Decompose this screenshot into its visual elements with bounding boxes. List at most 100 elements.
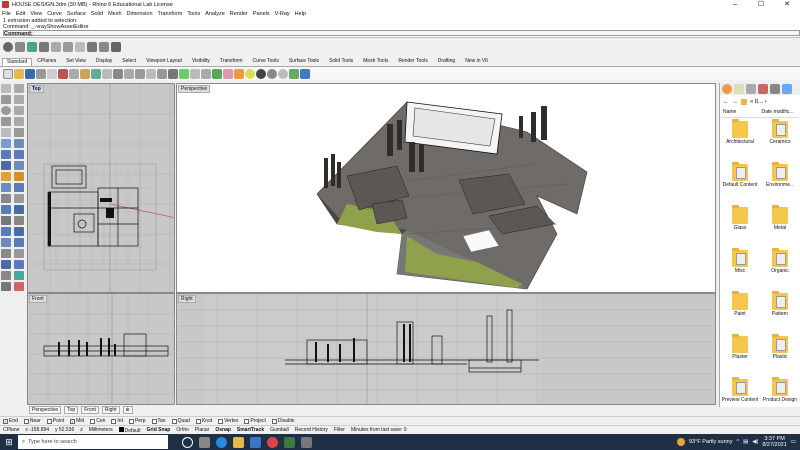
checkbox[interactable] xyxy=(195,418,201,424)
tab-transform[interactable]: Transform xyxy=(215,57,248,66)
surface-icon[interactable] xyxy=(1,139,11,148)
color-wheel-icon[interactable] xyxy=(245,68,255,79)
undo-icon[interactable] xyxy=(91,68,101,79)
column-date-modified[interactable]: Date modific... xyxy=(762,109,800,117)
weather-text[interactable]: 93°F Partly sunny xyxy=(689,439,732,445)
mirror-icon[interactable] xyxy=(1,249,11,258)
osnap-project[interactable]: Project xyxy=(244,418,266,424)
scale-icon[interactable] xyxy=(14,238,24,247)
menu-vray[interactable]: V-Ray xyxy=(275,11,290,17)
layer-icon[interactable] xyxy=(223,68,233,79)
layout-icon[interactable] xyxy=(14,271,24,280)
cortana-icon[interactable] xyxy=(182,436,193,448)
print-icon[interactable] xyxy=(36,68,46,79)
material-icon[interactable] xyxy=(289,68,299,79)
polyline-icon[interactable] xyxy=(1,95,11,104)
lights-icon[interactable] xyxy=(734,84,744,94)
tab-mesh-tools[interactable]: Mesh Tools xyxy=(358,57,393,66)
tab-surface-tools[interactable]: Surface Tools xyxy=(284,57,324,66)
osnap-int[interactable]: Int xyxy=(111,418,123,424)
paste-icon[interactable] xyxy=(80,68,90,79)
chamfer-icon[interactable] xyxy=(14,194,24,203)
folder-item[interactable]: Paint xyxy=(720,291,760,336)
menu-analyze[interactable]: Analyze xyxy=(205,11,225,17)
folder-item[interactable]: Plaster xyxy=(720,334,760,379)
checkbox[interactable] xyxy=(90,418,96,424)
file-explorer-icon[interactable] xyxy=(233,436,244,448)
chrome-icon[interactable] xyxy=(267,436,278,448)
maximize-button[interactable]: ☐ xyxy=(748,0,774,9)
folder-item[interactable]: Glass xyxy=(720,205,760,250)
menu-mesh[interactable]: Mesh xyxy=(108,11,121,17)
mesh-box-icon[interactable] xyxy=(14,172,24,181)
toggle-ortho[interactable]: Ortho xyxy=(176,427,189,433)
toggle-record-history[interactable]: Record History xyxy=(295,427,328,433)
menu-dimension[interactable]: Dimension xyxy=(127,11,153,17)
checkbox[interactable] xyxy=(171,418,177,424)
vray-ipr-icon[interactable] xyxy=(27,41,37,52)
geometry-icon[interactable] xyxy=(746,84,756,94)
point-icon[interactable] xyxy=(14,84,24,93)
folder-item[interactable]: Pattern xyxy=(760,291,800,336)
osnap-disable[interactable]: Disable xyxy=(271,418,295,424)
forward-arrow-icon[interactable]: → xyxy=(732,99,738,105)
front-viewport[interactable]: Front xyxy=(27,293,175,405)
vray-dome-icon[interactable] xyxy=(63,41,73,52)
tab-select[interactable]: Select xyxy=(117,57,141,66)
edge-icon[interactable] xyxy=(216,436,227,448)
clock[interactable]: 3:37 PM 8/27/2021 xyxy=(762,436,786,448)
menu-tools[interactable]: Tools xyxy=(187,11,200,17)
checkbox[interactable] xyxy=(111,418,117,424)
top-viewport[interactable]: Top xyxy=(27,83,175,293)
viewport-label-top[interactable]: Top xyxy=(29,85,44,93)
menu-curve[interactable]: Curve xyxy=(47,11,62,17)
four-views-icon[interactable] xyxy=(179,68,189,79)
column-name[interactable]: Name xyxy=(723,109,762,117)
mesh-icon[interactable] xyxy=(1,172,11,181)
folder-item[interactable]: Metal xyxy=(760,205,800,250)
checkbox[interactable] xyxy=(218,418,224,424)
taskbar-search-box[interactable]: ⌕ Type here to search xyxy=(18,435,168,449)
checkbox[interactable]: ✓ xyxy=(70,418,76,424)
render-icon[interactable] xyxy=(278,68,288,79)
osnap-perp[interactable]: Perp xyxy=(128,418,146,424)
folder-item[interactable]: Misc xyxy=(720,248,760,293)
save-icon[interactable] xyxy=(25,68,35,79)
settings-icon[interactable] xyxy=(770,84,780,94)
weather-icon[interactable] xyxy=(677,438,685,446)
zoom-selected-icon[interactable] xyxy=(157,68,167,79)
status-layer[interactable]: Default xyxy=(118,426,140,434)
curve-icon[interactable] xyxy=(14,95,24,104)
viewport-label-right[interactable]: Right xyxy=(178,295,196,303)
materials-icon[interactable] xyxy=(722,84,732,94)
explode-icon[interactable] xyxy=(14,216,24,225)
network-icon[interactable]: ▤ xyxy=(743,439,748,445)
freeform-icon[interactable] xyxy=(14,128,24,137)
light-icon[interactable] xyxy=(234,68,244,79)
osnap-near[interactable]: Near xyxy=(23,418,41,424)
cut-icon[interactable] xyxy=(58,68,68,79)
tab-set-view[interactable]: Set View xyxy=(61,57,91,66)
pan-icon[interactable] xyxy=(102,68,112,79)
loft-icon[interactable] xyxy=(14,139,24,148)
show-icon[interactable] xyxy=(14,282,24,291)
volume-icon[interactable]: ◀) xyxy=(752,439,758,445)
vray-light-icon[interactable] xyxy=(51,41,61,52)
folder-item[interactable]: Plastic xyxy=(760,334,800,379)
minimize-button[interactable]: – xyxy=(722,0,748,9)
osnap-quad[interactable]: Quad xyxy=(171,418,190,424)
tray-chevron-icon[interactable]: ^ xyxy=(736,439,739,445)
zoom-window-icon[interactable] xyxy=(135,68,145,79)
select-icon[interactable] xyxy=(201,68,211,79)
dimension-icon[interactable] xyxy=(1,183,11,192)
checkbox[interactable] xyxy=(244,418,250,424)
undo-view-icon[interactable] xyxy=(168,68,178,79)
tab-curve-tools[interactable]: Curve Tools xyxy=(248,57,284,66)
tab-cplanes[interactable]: CPlanes xyxy=(32,57,61,66)
status-units[interactable]: Millimeters xyxy=(89,427,113,433)
vray-asset-editor-icon[interactable] xyxy=(15,41,25,52)
perspective-viewport[interactable]: Perspective xyxy=(176,83,716,293)
task-view-icon[interactable] xyxy=(199,436,210,448)
block-icon[interactable] xyxy=(14,260,24,269)
text-icon[interactable] xyxy=(14,183,24,192)
